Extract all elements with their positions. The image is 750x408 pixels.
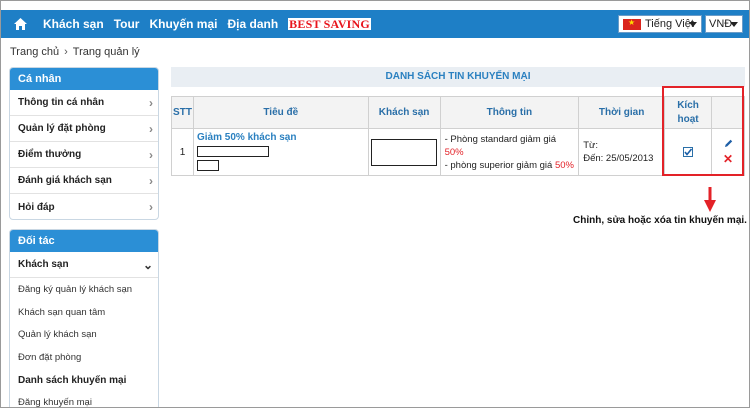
nav-link-best-saving[interactable]: BEST SAVING [288, 18, 371, 30]
cell-title: Giảm 50% khách sạn [192, 128, 369, 176]
cell-hotel [367, 128, 441, 176]
promotion-table: STT Tiêu đề Khách sạn Thông tin Thời gia… [171, 96, 745, 176]
sidebar-item-label: Hỏi đáp [18, 201, 55, 213]
promotion-list-panel: DANH SÁCH TIN KHUYẾN MẠI STT Tiêu đề Khá… [171, 67, 745, 176]
annotation-text: Chỉnh, sửa hoặc xóa tin khuyến mại. [573, 215, 747, 226]
sidebar-personal: Cá nhân Thông tin cá nhân › Quản lý đặt … [9, 67, 159, 220]
sidebar-group-hotels[interactable]: Khách sạn ⌄ [10, 252, 158, 278]
sidebar-item-faq[interactable]: Hỏi đáp › [10, 194, 158, 219]
redacted-block [196, 159, 219, 171]
chevron-right-icon: › [149, 121, 153, 136]
breadcrumb-home[interactable]: Trang chủ [10, 46, 59, 58]
sidebar-item-label: Đánh giá khách sạn [18, 175, 112, 186]
sidebar-item-label: Thông tin cá nhân [18, 97, 105, 108]
sidebar-partner: Đối tác Khách sạn ⌄ Đăng ký quản lý khác… [9, 229, 159, 407]
page-frame: Khách sạn Tour Khuyến mại Địa danh BEST … [0, 0, 750, 408]
column-header-info: Thông tin [439, 96, 580, 129]
info-line-2: - phòng superior giảm giá [444, 159, 555, 171]
currency-select[interactable]: VNĐ [705, 15, 743, 33]
nav-link-hotels[interactable]: Khách sạn [43, 17, 104, 31]
info-line-2-discount: 50% [554, 159, 574, 171]
chevron-down-icon [730, 22, 738, 27]
sidebar-subitem-booking-orders[interactable]: Đơn đặt phòng [10, 346, 158, 369]
language-value: Tiếng Việt [645, 18, 694, 30]
sidebar-group-label: Khách sạn [18, 259, 69, 270]
top-nav: Khách sạn Tour Khuyến mại Địa danh BEST … [1, 10, 749, 38]
home-icon[interactable] [11, 10, 29, 38]
time-from: Từ: [583, 140, 599, 151]
cell-stt: 1 [171, 128, 194, 176]
sidebar-item-reward-points[interactable]: Điểm thưởng › [10, 142, 158, 168]
redacted-block [371, 138, 438, 166]
sidebar-subitem-promotion-list[interactable]: Danh sách khuyến mại [10, 369, 158, 392]
sidebar-item-hotel-reviews[interactable]: Đánh giá khách sạn › [10, 168, 158, 194]
cell-info: - Phòng standard giảm giá 50% - phòng su… [439, 128, 580, 176]
chevron-right-icon: › [149, 200, 153, 214]
redacted-block [196, 145, 269, 157]
sidebar-item-booking-management[interactable]: Quản lý đặt phòng › [10, 116, 158, 142]
language-select[interactable]: Tiếng Việt [618, 15, 702, 33]
sidebar-personal-title: Cá nhân [10, 68, 158, 90]
highlight-box [662, 86, 744, 176]
table-header-row: STT Tiêu đề Khách sạn Thông tin Thời gia… [171, 96, 745, 129]
breadcrumb: Trang chủ › Trang quản lý [10, 46, 140, 58]
column-header-stt: STT [171, 96, 194, 129]
sidebar-item-label: Quản lý đặt phòng [18, 123, 106, 134]
vietnam-flag-icon [623, 18, 641, 30]
chevron-right-icon: › [149, 147, 153, 162]
info-line-1-discount: 50% [444, 146, 464, 158]
column-header-title: Tiêu đề [192, 96, 369, 129]
page-title: DANH SÁCH TIN KHUYẾN MẠI [171, 67, 745, 87]
chevron-right-icon: › [64, 46, 68, 58]
sidebar-item-personal-info[interactable]: Thông tin cá nhân › [10, 90, 158, 116]
chevron-right-icon: › [149, 173, 153, 188]
sidebar-subitem-register-hotel[interactable]: Đăng ký quản lý khách sạn [10, 278, 158, 301]
chevron-down-icon: ⌄ [142, 257, 153, 272]
nav-link-destinations[interactable]: Địa danh [227, 17, 278, 31]
info-line-1: - Phòng standard giảm giá [444, 133, 557, 145]
chevron-down-icon [689, 22, 697, 27]
promotion-title-link[interactable]: Giảm 50% khách sạn [197, 132, 297, 143]
down-arrow-icon [704, 187, 716, 212]
sidebar-item-label: Điểm thưởng [18, 149, 82, 160]
cell-time: Từ: Đến: 25/05/2013 [578, 128, 666, 176]
nav-link-promotions[interactable]: Khuyến mại [149, 17, 217, 31]
sidebar-subitem-manage-hotels[interactable]: Quản lý khách sạn [10, 323, 158, 346]
sidebar-subitem-favorite-hotels[interactable]: Khách sạn quan tâm [10, 301, 158, 324]
sidebar-partner-title: Đối tác [10, 230, 158, 252]
sidebar-subitem-post-promotion[interactable]: Đăng khuyến mại [10, 391, 158, 407]
breadcrumb-current: Trang quản lý [72, 46, 140, 58]
chevron-right-icon: › [149, 95, 153, 110]
column-header-time: Thời gian [578, 96, 666, 129]
currency-value: VNĐ [709, 18, 733, 30]
nav-link-tour[interactable]: Tour [114, 17, 140, 31]
column-header-hotel: Khách sạn [367, 96, 441, 129]
table-row: 1 Giảm 50% khách sạn - Phòng standard gi… [171, 128, 745, 176]
time-to: Đến: 25/05/2013 [583, 153, 654, 164]
